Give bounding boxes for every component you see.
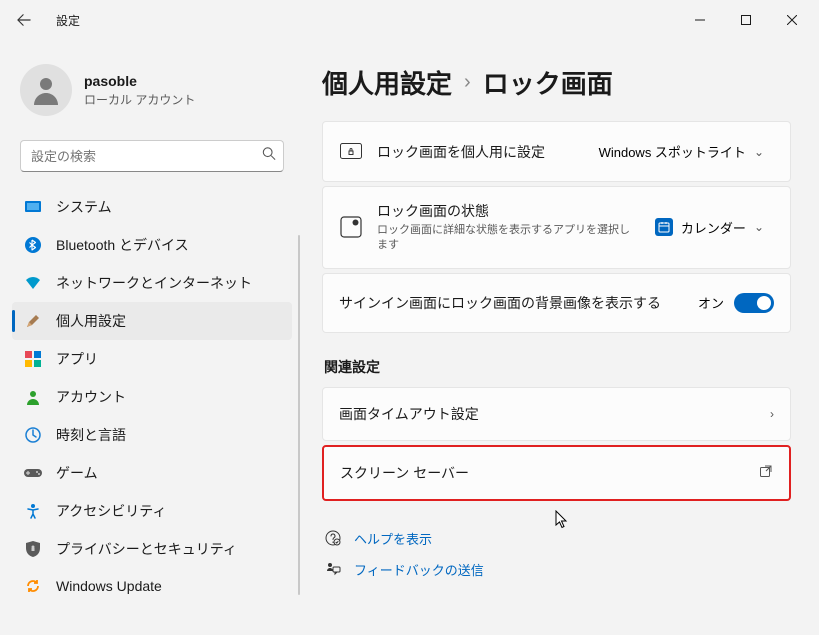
sidebar-item-label: ネットワークとインターネット [56, 273, 252, 293]
shield-icon [24, 540, 42, 558]
chevron-down-icon: ⌄ [754, 145, 764, 159]
app-title: 設定 [56, 12, 80, 29]
brush-icon [24, 312, 42, 330]
nav-list: システム Bluetooth とデバイス ネットワークとインターネット 個人用設… [4, 188, 300, 604]
status-app-dropdown[interactable]: カレンダー ⌄ [645, 212, 774, 243]
sidebar-item-label: Bluetooth とデバイス [56, 235, 189, 255]
setting-screen-timeout[interactable]: 画面タイムアウト設定 › [322, 387, 791, 441]
chevron-right-icon: › [464, 71, 471, 94]
help-icon [324, 529, 342, 547]
sidebar-item-label: 時刻と言語 [56, 425, 126, 445]
help-link-label: ヘルプを表示 [354, 529, 432, 548]
sidebar-item-apps[interactable]: アプリ [12, 340, 292, 378]
lock-screen-icon [339, 140, 363, 164]
dropdown-value: カレンダー [681, 218, 746, 237]
accessibility-icon [24, 502, 42, 520]
update-icon [24, 577, 42, 595]
arrow-left-icon [17, 13, 31, 27]
status-app-icon [339, 215, 363, 239]
avatar [20, 64, 72, 116]
setting-show-bg-signin: サインイン画面にロック画面の背景画像を表示する オン [322, 273, 791, 333]
toggle-label: オン [698, 293, 724, 312]
sidebar-item-gaming[interactable]: ゲーム [12, 454, 292, 492]
user-profile[interactable]: pasoble ローカル アカウント [4, 48, 300, 140]
personalize-dropdown[interactable]: Windows スポットライト ⌄ [589, 136, 774, 167]
feedback-link-label: フィードバックの送信 [354, 560, 484, 579]
external-link-icon [759, 464, 773, 481]
help-links: ヘルプを表示 フィードバックの送信 [322, 523, 791, 585]
setting-title: ロック画面を個人用に設定 [377, 142, 575, 162]
chevron-right-icon: › [770, 407, 774, 421]
user-account-type: ローカル アカウント [84, 91, 195, 108]
minimize-button[interactable] [677, 4, 723, 36]
account-icon [24, 388, 42, 406]
related-settings-header: 関連設定 [324, 357, 791, 377]
show-bg-toggle[interactable] [734, 293, 774, 313]
get-help-link[interactable]: ヘルプを表示 [322, 523, 791, 554]
sidebar-item-label: 個人用設定 [56, 311, 126, 331]
setting-title: 画面タイムアウト設定 [339, 404, 770, 424]
maximize-icon [741, 15, 751, 25]
sidebar-item-label: アクセシビリティ [56, 501, 166, 521]
calendar-icon [655, 218, 673, 236]
display-icon [24, 198, 42, 216]
sidebar-item-privacy[interactable]: プライバシーとセキュリティ [12, 530, 292, 568]
sidebar-item-time-language[interactable]: 時刻と言語 [12, 416, 292, 454]
feedback-icon [324, 560, 342, 578]
clock-globe-icon [24, 426, 42, 444]
scrollbar[interactable] [298, 235, 300, 595]
search-icon [262, 147, 276, 166]
search-input[interactable] [20, 140, 284, 172]
sidebar-item-personalization[interactable]: 個人用設定 [12, 302, 292, 340]
breadcrumb-parent[interactable]: 個人用設定 [322, 64, 452, 101]
setting-title: ロック画面の状態 [377, 201, 631, 221]
sidebar-item-accessibility[interactable]: アクセシビリティ [12, 492, 292, 530]
dropdown-value: Windows スポットライト [599, 142, 746, 161]
sidebar-item-windows-update[interactable]: Windows Update [12, 568, 292, 604]
person-icon [28, 72, 64, 108]
search-box [20, 140, 284, 172]
setting-lock-status[interactable]: ロック画面の状態 ロック画面に詳細な状態を表示するアプリを選択します カレンダー… [322, 186, 791, 269]
sidebar-item-label: Windows Update [56, 578, 162, 594]
minimize-icon [695, 15, 705, 25]
content-area: 個人用設定 › ロック画面 ロック画面を個人用に設定 Windows スポットラ… [300, 40, 819, 635]
sidebar-item-network[interactable]: ネットワークとインターネット [12, 264, 292, 302]
user-name: pasoble [84, 73, 195, 89]
setting-screensaver[interactable]: スクリーン セーバー [322, 445, 791, 501]
apps-icon [24, 350, 42, 368]
sidebar-item-account[interactable]: アカウント [12, 378, 292, 416]
sidebar-item-label: ゲーム [56, 463, 98, 483]
maximize-button[interactable] [723, 4, 769, 36]
sidebar-item-label: アプリ [56, 349, 98, 369]
window-controls [677, 4, 815, 36]
bluetooth-icon [24, 236, 42, 254]
back-button[interactable] [4, 0, 44, 40]
give-feedback-link[interactable]: フィードバックの送信 [322, 554, 791, 585]
titlebar: 設定 [0, 0, 819, 40]
game-icon [24, 464, 42, 482]
close-icon [787, 15, 797, 25]
setting-description: ロック画面に詳細な状態を表示するアプリを選択します [377, 223, 631, 254]
setting-personalize-lock[interactable]: ロック画面を個人用に設定 Windows スポットライト ⌄ [322, 121, 791, 182]
setting-title: スクリーン セーバー [340, 463, 759, 483]
page-title: ロック画面 [483, 64, 613, 101]
sidebar: pasoble ローカル アカウント システム Bluetooth とデバイス … [0, 40, 300, 635]
sidebar-item-system[interactable]: システム [12, 188, 292, 226]
setting-title: サインイン画面にロック画面の背景画像を表示する [339, 293, 684, 313]
breadcrumb: 個人用設定 › ロック画面 [322, 64, 791, 101]
sidebar-item-label: アカウント [56, 387, 126, 407]
chevron-down-icon: ⌄ [754, 220, 764, 234]
close-button[interactable] [769, 4, 815, 36]
sidebar-item-label: システム [56, 197, 112, 217]
sidebar-item-bluetooth[interactable]: Bluetooth とデバイス [12, 226, 292, 264]
wifi-icon [24, 274, 42, 292]
sidebar-item-label: プライバシーとセキュリティ [56, 539, 237, 559]
